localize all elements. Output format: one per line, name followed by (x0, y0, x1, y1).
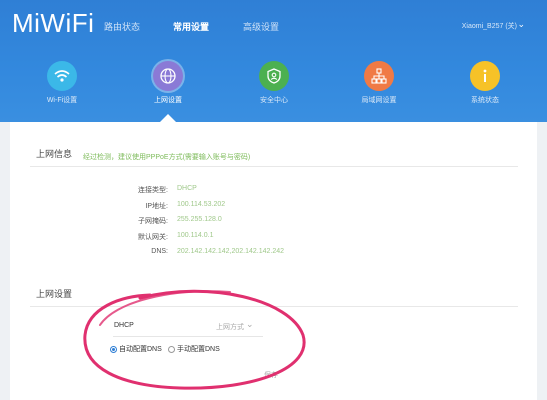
divider (30, 306, 518, 307)
radio-button[interactable] (110, 345, 117, 353)
connection-type-value: DHCP (177, 185, 197, 192)
subnet-mask-label: 子网掩码: (138, 218, 168, 225)
shield-icon (259, 61, 289, 91)
globe-icon (153, 61, 183, 91)
ip-address-label: IP地址: (145, 203, 168, 210)
tab-advanced-settings[interactable]: 高级设置 (243, 20, 279, 33)
internet-settings-title: 上网设置 (36, 289, 73, 299)
dns-auto-label: 自动配置DNS (119, 346, 162, 353)
func-security-center[interactable]: 安全中心 (239, 61, 309, 105)
logo: MiWiFi (12, 8, 95, 38)
active-tab-indicator (160, 114, 176, 122)
info-icon (470, 61, 500, 91)
dns-manual-label: 手动配置DNS (177, 346, 220, 353)
wan-type-select[interactable]: DHCP 上网方式 ⌄ (113, 318, 263, 337)
chevron-down-icon[interactable]: ⌄ (517, 19, 525, 30)
dns-value: 202.142.142.142,202.142.142.242 (177, 248, 285, 255)
radio-button[interactable] (168, 345, 175, 353)
gateway-label: 默认网关: (138, 234, 168, 241)
internet-info-title: 上网信息 (36, 149, 73, 159)
wifi-icon (47, 61, 77, 91)
func-label: 系统状态 (471, 97, 499, 104)
dns-manual-option[interactable]: 手动配置DNS (168, 344, 220, 354)
chevron-down-icon: ⌄ (246, 319, 254, 329)
gateway-value: 100.114.0.1 (177, 232, 214, 239)
func-internet-settings[interactable]: 上网设置 (133, 61, 203, 105)
func-lan-settings[interactable]: 局域网设置 (344, 61, 414, 105)
func-label: Wi-Fi设置 (46, 97, 78, 104)
wan-type-label: 上网方式 (216, 324, 244, 331)
connection-type-label: 连接类型: (138, 187, 168, 194)
dns-label: DNS: (151, 248, 168, 255)
subnet-mask-value: 255.255.128.0 (177, 216, 222, 223)
divider (30, 166, 518, 167)
top-bar: MiWiFi 路由状态 常用设置 高级设置 Xiaomi_B257 (关) ⌄ … (0, 0, 547, 122)
func-label: 局域网设置 (361, 97, 397, 104)
network-icon (364, 61, 394, 91)
device-name[interactable]: Xiaomi_B257 (关) (462, 21, 517, 31)
tab-common-settings[interactable]: 常用设置 (173, 20, 209, 33)
wan-type-value: DHCP (114, 322, 134, 329)
func-system-status[interactable]: 系统状态 (450, 61, 520, 105)
save-button[interactable]: 保存 (264, 370, 278, 380)
func-wifi-settings[interactable]: Wi-Fi设置 (27, 61, 97, 105)
func-label: 安全中心 (260, 97, 288, 104)
func-label: 上网设置 (154, 97, 182, 104)
content-panel (10, 122, 537, 400)
tab-router-status[interactable]: 路由状态 (104, 20, 140, 33)
detection-hint: 经过检测，建议使用PPPoE方式(需要输入账号与密码) (83, 154, 251, 161)
dns-auto-option[interactable]: 自动配置DNS (110, 344, 162, 354)
ip-address-value: 100.114.53.202 (177, 201, 226, 208)
